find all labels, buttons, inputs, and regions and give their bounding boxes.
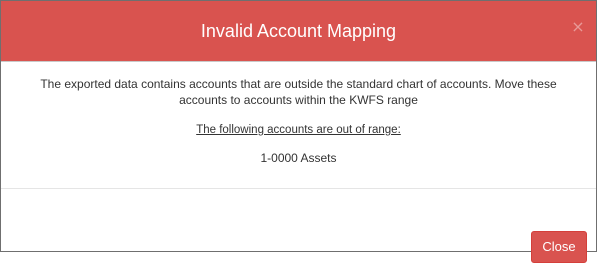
dialog-footer: Close bbox=[1, 189, 596, 263]
close-button[interactable]: Close bbox=[531, 231, 587, 263]
dialog-title: Invalid Account Mapping bbox=[200, 21, 397, 41]
dialog-header: Invalid Account Mapping × bbox=[1, 1, 596, 62]
account-item: 1-0000 Assets bbox=[260, 151, 337, 165]
dialog-body: The exported data contains accounts that… bbox=[1, 62, 596, 188]
out-of-range-heading: The following accounts are out of range: bbox=[196, 124, 401, 136]
dialog-message: The exported data contains accounts that… bbox=[40, 77, 557, 107]
invalid-account-mapping-dialog: Invalid Account Mapping × The exported d… bbox=[0, 0, 597, 263]
close-icon[interactable]: × bbox=[570, 18, 586, 36]
